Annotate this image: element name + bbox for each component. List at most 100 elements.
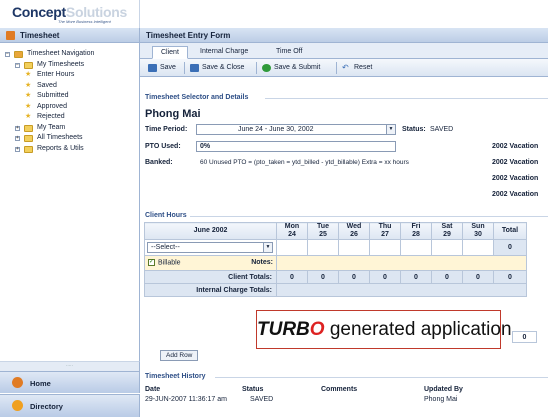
- save-close-icon: [190, 64, 199, 72]
- save-close-button[interactable]: Save & Close: [190, 62, 244, 74]
- expand-icon[interactable]: +: [15, 136, 20, 141]
- section-title-selector: Timesheet Selector and Details: [145, 94, 249, 101]
- tree-label: Reports & Utils: [37, 144, 84, 152]
- timesheet-icon: [6, 31, 15, 40]
- tree-node-my-timesheets[interactable]: − My Timesheets: [0, 60, 139, 71]
- tab-client[interactable]: Client: [152, 46, 188, 59]
- toolbar-divider: [336, 62, 337, 74]
- history-date-header: Date: [145, 386, 161, 393]
- save-button[interactable]: Save: [148, 62, 176, 74]
- hours-input[interactable]: [400, 239, 432, 256]
- folder-open-icon: [14, 51, 23, 58]
- time-period-select[interactable]: June 24 - June 30, 2002 ▼: [196, 124, 396, 135]
- pto-used-label: PTO Used:: [145, 143, 181, 150]
- hours-input[interactable]: [276, 239, 308, 256]
- tree-node-saved[interactable]: ★ Saved: [0, 81, 139, 92]
- section-title-client-hours: Client Hours: [145, 212, 187, 219]
- day-name: Wed: [346, 223, 362, 230]
- expand-icon[interactable]: +: [15, 146, 20, 152]
- sidebar-header-label: Timesheet: [20, 31, 60, 40]
- toolbar-divider: [256, 62, 257, 74]
- history-date: 29-JUN-2007 11:36:17 am: [145, 396, 227, 403]
- billable-label: Billable: [158, 259, 181, 267]
- day-number: 25: [319, 231, 327, 238]
- save-close-label: Save & Close: [202, 64, 245, 71]
- day-name: Mon: [284, 223, 300, 230]
- section-divider: [215, 377, 548, 378]
- home-button[interactable]: Home: [0, 371, 140, 393]
- save-submit-label: Save & Submit: [274, 64, 321, 71]
- history-status: SAVED: [250, 396, 274, 403]
- home-icon: [12, 377, 23, 388]
- day-name: Sat: [441, 223, 453, 230]
- tree-label: Enter Hours: [37, 71, 75, 78]
- hours-input[interactable]: [338, 239, 370, 256]
- tree-node-timesheet-navigation[interactable]: − Timesheet Navigation: [0, 49, 139, 60]
- vacation-label: 2002 Vacation: [492, 191, 539, 198]
- notes-field[interactable]: [276, 255, 527, 271]
- section-divider: [265, 98, 548, 99]
- form-title: Timesheet Entry Form: [140, 28, 548, 43]
- day-name: Fri: [411, 223, 421, 230]
- tab-time-off[interactable]: Time Off: [268, 46, 310, 59]
- sidebar-header: Timesheet: [0, 28, 140, 43]
- add-row-button[interactable]: Add Row: [160, 350, 199, 361]
- tree-node-rejected[interactable]: ★ Rejected: [0, 112, 139, 123]
- turbo-prefix: TURB: [257, 319, 310, 340]
- tree-node-submitted[interactable]: ★ Submitted: [0, 91, 139, 102]
- day-number: 30: [474, 231, 482, 238]
- turbo-o: O: [309, 319, 325, 340]
- collapse-icon[interactable]: −: [5, 52, 10, 57]
- tree-node-approved[interactable]: ★ Approved: [0, 102, 139, 113]
- save-submit-button[interactable]: Save & Submit: [262, 62, 320, 74]
- turbo-suffix: generated application: [324, 319, 512, 340]
- day-header: Sun 30: [462, 222, 494, 240]
- tree-node-all-timesheets[interactable]: + All Timesheets: [0, 133, 139, 144]
- save-label: Save: [160, 64, 176, 71]
- time-period-value: June 24 - June 30, 2002: [238, 126, 314, 133]
- tree-node-my-team[interactable]: + My Team: [0, 123, 139, 134]
- expand-icon[interactable]: +: [15, 125, 20, 131]
- tree-label: My Timesheets: [37, 60, 85, 68]
- navigation-tree: − Timesheet Navigation − My Timesheets ★…: [0, 43, 140, 361]
- day-header: Wed 26: [338, 222, 370, 240]
- tree-label: Saved: [37, 81, 57, 89]
- tree-node-enter-hours[interactable]: ★ Enter Hours: [0, 70, 139, 81]
- collapse-icon[interactable]: −: [15, 62, 20, 68]
- folder-icon: [24, 145, 33, 153]
- hours-input[interactable]: [431, 239, 463, 256]
- client-hours-grid: June 2002 Mon 24 Tue 25 Wed 26 Thu 27 Fri 28 …: [144, 222, 527, 297]
- hours-input[interactable]: [462, 239, 494, 256]
- status-label: Status:: [402, 126, 426, 133]
- directory-icon: [12, 400, 23, 411]
- tree-node-reports-utils[interactable]: + Reports & Utils: [0, 144, 139, 155]
- day-header: Sat 29: [431, 222, 463, 240]
- tab-internal-charge[interactable]: Internal Charge: [192, 46, 256, 59]
- chevron-down-icon[interactable]: ▼: [263, 243, 272, 252]
- directory-button[interactable]: Directory: [0, 394, 140, 417]
- client-select[interactable]: --Select-- ▼: [147, 242, 273, 253]
- client-total-cell: 0: [400, 270, 432, 284]
- internal-totals-row: [276, 283, 527, 297]
- employee-name: Phong Mai: [145, 108, 201, 120]
- status-value: SAVED: [430, 126, 454, 133]
- day-name: Sun: [471, 223, 485, 230]
- reset-button[interactable]: ↶ Reset: [342, 62, 372, 74]
- day-header: Fri 28: [400, 222, 432, 240]
- sidebar-splitter[interactable]: .....: [0, 361, 140, 371]
- billable-checkbox[interactable]: ✓: [148, 259, 155, 267]
- chevron-down-icon[interactable]: ▼: [386, 125, 395, 134]
- logo-brand-a: Concept: [12, 4, 66, 20]
- logo-tagline: The More Business Intelligent: [58, 19, 111, 24]
- client-totals-label: Client Totals:: [144, 270, 277, 284]
- folder-icon: [24, 61, 33, 69]
- client-total-cell: 0: [369, 270, 401, 284]
- hours-input[interactable]: [307, 239, 339, 256]
- star-icon: ★: [25, 92, 32, 99]
- folder-icon: [24, 135, 33, 142]
- form-tabs: Client Internal Charge Time Off: [140, 43, 548, 59]
- day-number: 27: [381, 231, 389, 238]
- hours-input[interactable]: [369, 239, 401, 256]
- reset-label: Reset: [354, 64, 373, 71]
- pto-used-field[interactable]: 0%: [196, 141, 396, 152]
